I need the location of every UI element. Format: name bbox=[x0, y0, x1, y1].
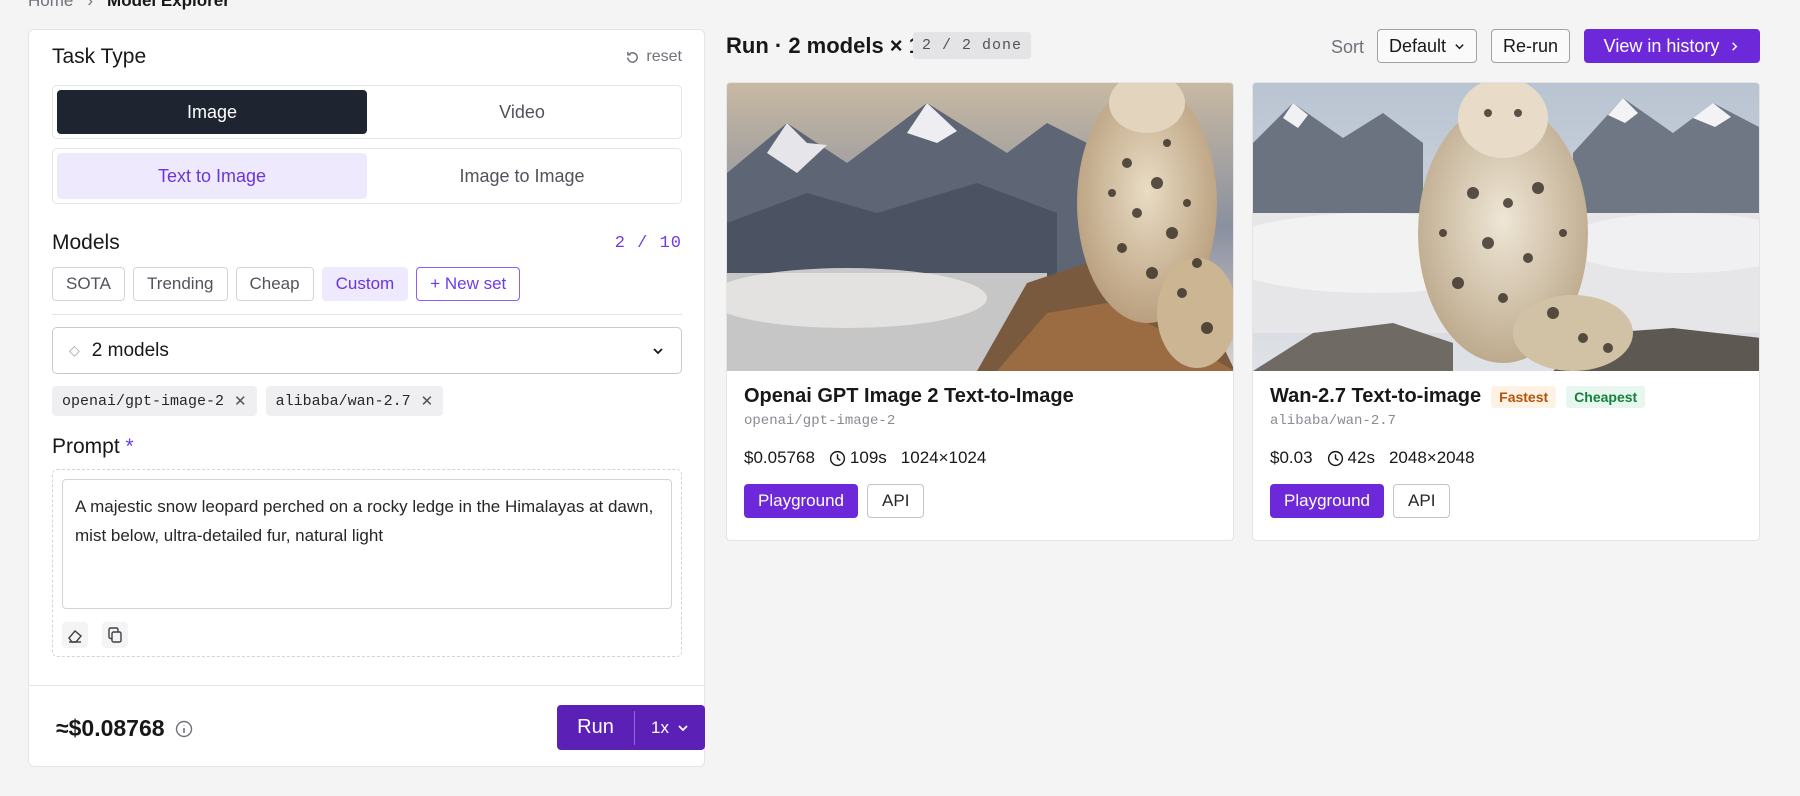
run-title: Run · 2 models × 1 bbox=[726, 33, 921, 58]
eraser-icon[interactable] bbox=[62, 622, 88, 648]
result-actions: Playground API bbox=[1270, 484, 1742, 518]
chip-sota[interactable]: SOTA bbox=[52, 267, 126, 301]
rerun-button[interactable]: Re-run bbox=[1491, 29, 1571, 63]
playground-button[interactable]: Playground bbox=[1270, 484, 1385, 518]
model-tag: openai/gpt-image-2 ✕ bbox=[52, 386, 257, 416]
tab-text-to-image[interactable]: Text to Image bbox=[57, 153, 367, 199]
result-time: 109s bbox=[829, 448, 887, 468]
result-size: 1024×1024 bbox=[900, 448, 987, 467]
mode-tabs: Text to Image Image to Image bbox=[52, 148, 682, 204]
chevron-down-icon bbox=[1455, 43, 1464, 49]
result-card: Openai GPT Image 2 Text-to-Image openai/… bbox=[726, 82, 1234, 541]
result-card-body: Openai GPT Image 2 Text-to-Image openai/… bbox=[727, 371, 1233, 532]
result-title-text: Wan-2.7 Text-to-image bbox=[1270, 385, 1482, 407]
result-price: $0.05768 bbox=[744, 448, 815, 467]
multiplier-value: 1x bbox=[651, 717, 669, 737]
chevron-down-icon bbox=[653, 347, 663, 354]
result-slug: openai/gpt-image-2 bbox=[744, 413, 896, 429]
required-marker: * bbox=[125, 435, 134, 458]
tab-video[interactable]: Video bbox=[367, 90, 677, 134]
prompt-input[interactable]: A majestic snow leopard perched on a roc… bbox=[62, 479, 672, 609]
fastest-badge: Fastest bbox=[1491, 385, 1557, 408]
api-button[interactable]: API bbox=[867, 484, 925, 518]
new-set-button[interactable]: + New set bbox=[416, 267, 521, 301]
diamond-icon: ◇ bbox=[69, 342, 80, 358]
result-stats: $0.05768 109s 1024×1024 bbox=[744, 448, 1216, 468]
info-icon[interactable] bbox=[175, 720, 193, 738]
breadcrumb-home[interactable]: Home bbox=[28, 0, 73, 11]
multiplier-dropdown[interactable]: 1x bbox=[635, 718, 705, 738]
divider bbox=[52, 314, 682, 315]
model-select[interactable]: ◇ 2 models bbox=[52, 327, 682, 374]
sort-select[interactable]: Default bbox=[1377, 29, 1478, 63]
close-icon[interactable]: ✕ bbox=[234, 392, 247, 410]
task-type-title: Task Type bbox=[52, 45, 147, 68]
copy-icon[interactable] bbox=[102, 622, 128, 648]
result-image[interactable] bbox=[1253, 83, 1759, 371]
tab-image-to-image[interactable]: Image to Image bbox=[367, 153, 677, 199]
api-button[interactable]: API bbox=[1393, 484, 1451, 518]
prompt-tools bbox=[62, 622, 672, 648]
reset-icon bbox=[627, 51, 639, 63]
view-history-label: View in history bbox=[1603, 35, 1720, 56]
models-header: Models 2 / 10 bbox=[52, 231, 682, 255]
result-slug: alibaba/wan-2.7 bbox=[1270, 413, 1397, 429]
model-tag-label: alibaba/wan-2.7 bbox=[275, 392, 411, 410]
models-title: Models bbox=[52, 231, 120, 254]
close-icon[interactable]: ✕ bbox=[421, 392, 434, 410]
result-time: 42s bbox=[1327, 448, 1375, 468]
sort-label: Sort bbox=[1331, 37, 1365, 57]
result-time-value: 42s bbox=[1347, 448, 1375, 467]
result-size: 2048×2048 bbox=[1388, 448, 1475, 467]
config-panel: Task Type reset Image Video Text to Imag… bbox=[28, 29, 705, 767]
result-title: Wan-2.7 Text-to-image Fastest Cheapest bbox=[1270, 385, 1742, 408]
result-actions: Playground API bbox=[744, 484, 1216, 518]
chip-custom[interactable]: Custom bbox=[321, 267, 409, 301]
model-set-chips: SOTA Trending Cheap Custom + New set bbox=[52, 267, 682, 301]
models-count: 2 / 10 bbox=[614, 233, 682, 253]
result-stats: $0.03 42s 2048×2048 bbox=[1270, 448, 1742, 468]
run-button[interactable]: Run bbox=[557, 716, 634, 739]
model-select-label: 2 models bbox=[91, 339, 169, 361]
prompt-header: Prompt * bbox=[52, 435, 682, 459]
reset-label: reset bbox=[646, 48, 682, 65]
estimated-cost-value: ≈$0.08768 bbox=[56, 715, 165, 741]
run-status-badge: 2 / 2 done bbox=[913, 32, 1032, 59]
prompt-title: Prompt bbox=[52, 435, 120, 458]
chevron-down-icon bbox=[678, 724, 688, 731]
result-price: $0.03 bbox=[1270, 448, 1313, 467]
chevron-right-icon bbox=[1732, 41, 1738, 51]
rerun-label: Re-run bbox=[1503, 35, 1559, 56]
playground-button[interactable]: Playground bbox=[744, 484, 859, 518]
task-type-tabs: Image Video bbox=[52, 85, 682, 139]
breadcrumb-separator: › bbox=[87, 0, 94, 10]
prompt-container: A majestic snow leopard perched on a roc… bbox=[52, 469, 682, 657]
model-tag: alibaba/wan-2.7 ✕ bbox=[265, 386, 444, 416]
chip-trending[interactable]: Trending bbox=[133, 267, 228, 301]
footer-divider bbox=[29, 685, 704, 686]
task-type-header: Task Type reset bbox=[52, 45, 682, 69]
selected-models: openai/gpt-image-2 ✕ alibaba/wan-2.7 ✕ bbox=[52, 386, 682, 416]
result-card: Wan-2.7 Text-to-image Fastest Cheapest a… bbox=[1252, 82, 1760, 541]
cheapest-badge: Cheapest bbox=[1566, 385, 1646, 408]
result-image[interactable] bbox=[727, 83, 1233, 371]
result-title-text: Openai GPT Image 2 Text-to-Image bbox=[744, 385, 1074, 407]
tab-image[interactable]: Image bbox=[57, 90, 367, 134]
model-tag-label: openai/gpt-image-2 bbox=[62, 392, 225, 410]
sort-value: Default bbox=[1389, 35, 1447, 56]
chip-cheap[interactable]: Cheap bbox=[235, 267, 314, 301]
clock-icon bbox=[1327, 450, 1343, 466]
result-time-value: 109s bbox=[849, 448, 887, 467]
result-card-body: Wan-2.7 Text-to-image Fastest Cheapest a… bbox=[1253, 371, 1759, 532]
view-history-button[interactable]: View in history bbox=[1584, 29, 1760, 63]
reset-button[interactable]: reset bbox=[625, 48, 682, 66]
result-title: Openai GPT Image 2 Text-to-Image bbox=[744, 385, 1216, 408]
breadcrumb: Home › Model Explorer bbox=[28, 0, 230, 11]
run-button-group: Run 1x bbox=[557, 705, 705, 750]
clock-icon bbox=[829, 450, 846, 466]
estimated-cost: ≈$0.08768 bbox=[56, 715, 193, 742]
breadcrumb-current: Model Explorer bbox=[107, 0, 230, 10]
